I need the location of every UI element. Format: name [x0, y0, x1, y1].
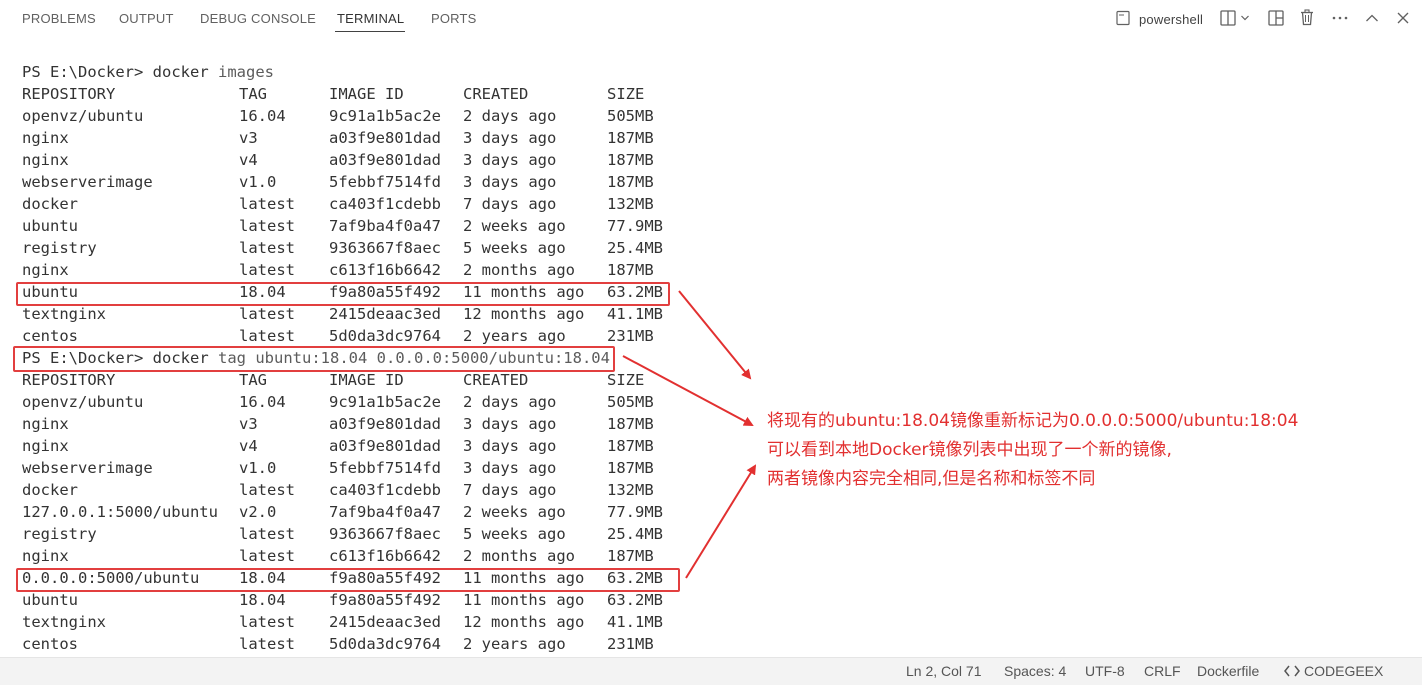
- codegeex-icon[interactable]: [1284, 664, 1300, 678]
- arrow-from-new-row: [685, 464, 757, 579]
- status-language-mode[interactable]: Dockerfile: [1197, 663, 1259, 679]
- status-indentation[interactable]: Spaces: 4: [1004, 663, 1066, 679]
- status-codegeex[interactable]: CODEGEEX: [1304, 663, 1383, 679]
- status-eol[interactable]: CRLF: [1144, 663, 1181, 679]
- arrow-from-command: [622, 355, 754, 426]
- annotation-line-2: 可以看到本地Docker镜像列表中出现了一个新的镜像,: [767, 440, 1172, 460]
- annotation-line-3: 两者镜像内容完全相同,但是名称和标签不同: [767, 469, 1096, 489]
- status-bar: Ln 2, Col 71 Spaces: 4 UTF-8 CRLF Docker…: [0, 657, 1422, 685]
- annotation-arrows: [622, 290, 757, 579]
- status-cursor-position[interactable]: Ln 2, Col 71: [906, 663, 982, 679]
- annotation-line-1: 将现有的ubuntu:18.04镜像重新标记为0.0.0.0:5000/ubun…: [767, 411, 1299, 431]
- status-encoding[interactable]: UTF-8: [1085, 663, 1125, 679]
- arrow-from-original: [678, 290, 752, 380]
